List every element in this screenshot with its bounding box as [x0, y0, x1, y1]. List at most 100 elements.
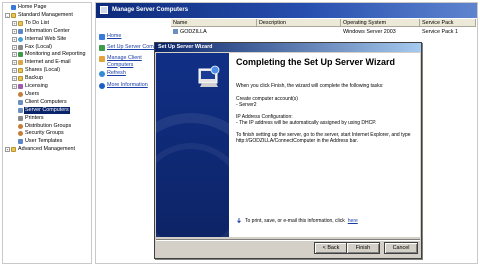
tree-item-label: Monitoring and Reporting: [25, 51, 86, 58]
tree-item-label: Home Page: [18, 4, 47, 10]
column-header-service-pack[interactable]: Service Pack: [420, 19, 476, 27]
computer-icon: [18, 107, 23, 113]
tree-item-home-page[interactable]: Home Page: [5, 4, 47, 11]
task-refresh-link[interactable]: Refresh: [99, 70, 126, 77]
task-manage-clients-link[interactable]: Manage Client Computers: [99, 55, 153, 68]
expand-icon[interactable]: +: [12, 36, 17, 42]
tree-item-users[interactable]: Users: [12, 91, 40, 98]
computer-icon: [18, 99, 23, 105]
tree-item-label: Backup: [25, 75, 43, 82]
tree-item-monitoring-and-reporting[interactable]: + Monitoring and Reporting: [12, 51, 87, 58]
tree-item-label: Licensing: [25, 83, 48, 89]
decorative-ring: [156, 143, 229, 237]
info-icon: [99, 82, 105, 89]
column-header-os[interactable]: Operating System: [341, 19, 420, 27]
fax-icon: [18, 44, 23, 50]
cell-service-pack: Service Pack 1: [422, 29, 458, 35]
task-info-label: More Information: [107, 82, 148, 88]
expand-icon[interactable]: +: [12, 84, 17, 89]
tree-item-internal-web-site[interactable]: + Internal Web Site: [12, 36, 67, 43]
task-home-link[interactable]: Home: [99, 33, 121, 40]
task-refresh-label: Refresh: [107, 70, 126, 76]
tree-item-advanced-management[interactable]: + Advanced Management: [5, 146, 76, 153]
tree-item-licensing[interactable]: + Licensing: [12, 83, 49, 90]
arrow-down-icon: [237, 218, 241, 224]
tree-item-security-groups[interactable]: Security Groups: [12, 130, 65, 137]
folder-icon: [18, 76, 23, 82]
tree-item-label: User Templates: [25, 138, 63, 145]
cancel-button[interactable]: Cancel: [384, 242, 418, 254]
computer-icon: [173, 28, 178, 34]
navigation-tree: Home Page - Standard Management + To Do List…: [2, 2, 92, 264]
tree-item-standard-management[interactable]: - Standard Management: [5, 12, 74, 19]
column-header-name[interactable]: Name: [171, 19, 257, 27]
task-more-info-link[interactable]: More Information: [99, 82, 148, 89]
tree-item-client-computers[interactable]: Client Computers: [12, 99, 68, 106]
print-info-link[interactable]: here: [348, 218, 358, 224]
column-header-description[interactable]: Description: [257, 19, 341, 27]
folder-icon: [18, 20, 23, 26]
task-setup-label: Set Up Server Comp: [107, 44, 157, 50]
task-home-label: Home: [107, 33, 122, 39]
finish-button[interactable]: Finish: [346, 242, 380, 254]
wizard-body: Completing the Set Up Server Wizard When…: [156, 53, 420, 237]
tree-item-label: Information Center: [25, 27, 70, 34]
tree-item-distribution-groups[interactable]: Distribution Groups: [12, 123, 72, 130]
cell-os: Windows Server 2003: [343, 29, 396, 35]
tree-item-internet-and-e-mail[interactable]: + Internet and E-mail: [12, 59, 72, 66]
tree-item-to-do-list[interactable]: + To Do List: [12, 20, 50, 27]
tree-item-shares-local[interactable]: + Shares (Local): [12, 67, 61, 74]
group-icon: [18, 123, 23, 129]
tree-item-label: Fax (Local): [25, 43, 52, 50]
tree-item-label: Security Groups: [25, 130, 64, 137]
pane-banner: Manage Server Computers: [96, 3, 477, 18]
tree-item-label: Server Computers: [24, 106, 70, 114]
expand-icon[interactable]: +: [12, 60, 17, 66]
license-icon: [18, 84, 23, 89]
create-accounts-item: - Server2: [236, 102, 257, 108]
manage-icon: [99, 55, 105, 62]
tree-item-user-templates[interactable]: User Templates: [12, 138, 63, 145]
printer-icon: [18, 115, 23, 121]
collapse-icon[interactable]: -: [5, 12, 10, 18]
print-info-row: To print, save, or e-mail this informati…: [236, 218, 418, 224]
page-title: Manage Server Computers: [112, 7, 189, 13]
server-icon: [100, 6, 108, 14]
tree-item-label: Client Computers: [25, 98, 67, 105]
wizard-title-bar[interactable]: Set Up Server Wizard: [155, 43, 421, 52]
expand-icon[interactable]: +: [12, 52, 17, 58]
cell-name: GODZILLA: [180, 29, 207, 35]
tree-item-label: Internet and E-mail: [25, 59, 71, 66]
tree-item-backup[interactable]: + Backup: [12, 75, 44, 82]
folder-icon: [18, 68, 23, 74]
tree-item-server-computers[interactable]: Server Computers: [12, 106, 70, 114]
wizard-heading: Completing the Set Up Server Wizard: [236, 57, 395, 67]
info-icon: [18, 28, 23, 34]
expand-icon[interactable]: +: [5, 147, 10, 153]
tree-item-information-center[interactable]: + Information Center: [12, 28, 71, 35]
tree-item-label: Advanced Management: [18, 146, 75, 153]
table-row[interactable]: GODZILLA: [171, 28, 257, 36]
group-icon: [18, 131, 23, 137]
monitor-icon: [18, 52, 23, 58]
tree-item-label: Internal Web Site: [25, 35, 67, 42]
tree-item-label: Distribution Groups: [25, 122, 72, 129]
task-pane: Home Set Up Server Comp Manage Client Co…: [97, 19, 157, 263]
task-manage-label: Manage Client Computers: [107, 55, 142, 68]
back-button[interactable]: < Back: [314, 242, 348, 254]
expand-icon[interactable]: +: [12, 68, 17, 74]
expand-icon[interactable]: +: [12, 44, 17, 50]
expand-icon[interactable]: +: [12, 20, 17, 26]
ip-config-item: - The IP address will be automatically a…: [236, 120, 377, 126]
tree-item-label: Standard Management: [18, 11, 73, 18]
wizard-side-banner: [156, 53, 229, 237]
expand-icon[interactable]: +: [12, 76, 17, 82]
home-icon: [11, 5, 16, 10]
tree-item-label: Users: [25, 90, 40, 97]
tree-item-fax-local[interactable]: + Fax (Local): [12, 44, 53, 51]
tree-item-printers[interactable]: Printers: [12, 115, 45, 122]
cell-description: [257, 28, 341, 36]
expand-icon[interactable]: +: [12, 28, 17, 34]
home-icon: [99, 33, 105, 40]
task-setup-server-link[interactable]: Set Up Server Comp: [99, 44, 159, 51]
